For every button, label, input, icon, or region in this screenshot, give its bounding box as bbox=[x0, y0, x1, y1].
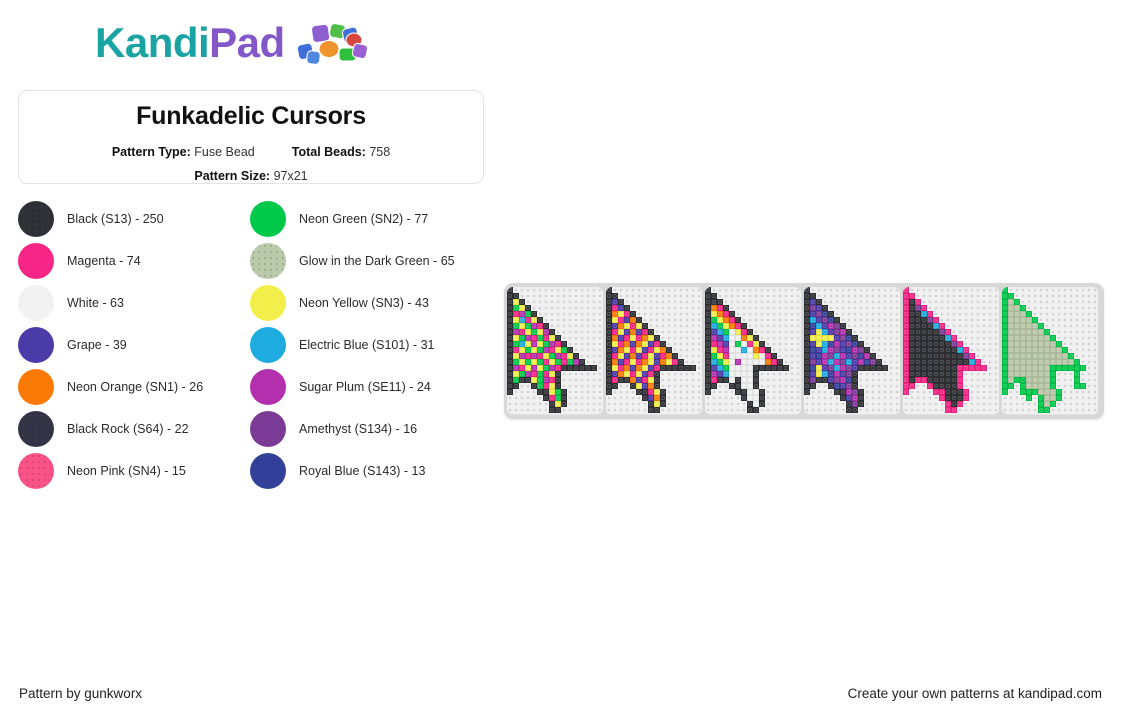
legend-item-label: Neon Orange (SN1) - 26 bbox=[67, 380, 204, 394]
pattern-size-meta: Pattern Size: 97x21 bbox=[194, 165, 307, 189]
legend-item-label: Glow in the Dark Green - 65 bbox=[299, 254, 455, 268]
legend-color-swatch bbox=[18, 369, 54, 405]
legend-color-swatch bbox=[250, 411, 286, 447]
pattern-panel-galaxy-star-cursor[interactable] bbox=[804, 287, 900, 415]
legend-color-swatch bbox=[18, 411, 54, 447]
pattern-size-value: 97x21 bbox=[273, 168, 308, 183]
page-title: Funkadelic Cursors bbox=[136, 102, 366, 130]
logo-text-pad: Pad bbox=[209, 19, 285, 66]
pattern-panel-orange-purple-cursor[interactable] bbox=[606, 287, 702, 415]
color-legend: Black (S13) - 250 Neon Green (SN2) - 77 Ma… bbox=[18, 198, 488, 492]
legend-color-swatch bbox=[18, 201, 54, 237]
logo-wordmark: KandiPad bbox=[95, 22, 285, 64]
legend-item[interactable]: Black Rock (S64) - 22 bbox=[18, 408, 250, 450]
pattern-type-value: Fuse Bead bbox=[194, 144, 255, 159]
site-promo-text: Create your own patterns at kandipad.com bbox=[847, 686, 1102, 701]
legend-item[interactable]: Grape - 39 bbox=[18, 324, 250, 366]
page-header: KandiPad bbox=[0, 0, 1124, 84]
legend-item[interactable]: Amethyst (S134) - 16 bbox=[250, 408, 482, 450]
kandipad-logo[interactable]: KandiPad bbox=[95, 20, 369, 66]
pattern-panel-glow-green-drip-cursor[interactable] bbox=[1002, 287, 1098, 415]
legend-item-label: White - 63 bbox=[67, 296, 124, 310]
pattern-type-label: Pattern Type: bbox=[111, 144, 191, 159]
legend-item-label: Neon Yellow (SN3) - 43 bbox=[299, 296, 429, 310]
legend-color-swatch bbox=[250, 201, 286, 237]
pattern-panel-black-magenta-cursor[interactable] bbox=[903, 287, 999, 415]
legend-item-label: Electric Blue (S101) - 31 bbox=[299, 338, 435, 352]
legend-item-label: Royal Blue (S143) - 13 bbox=[299, 464, 426, 478]
legend-item[interactable]: Neon Pink (SN4) - 15 bbox=[18, 450, 250, 492]
legend-item[interactable]: Electric Blue (S101) - 31 bbox=[250, 324, 482, 366]
pattern-panel-white-rainbow-outline-cursor[interactable] bbox=[705, 287, 801, 415]
legend-item-label: Neon Pink (SN4) - 15 bbox=[67, 464, 186, 478]
legend-color-swatch bbox=[250, 327, 286, 363]
pattern-grid-canvas bbox=[1002, 287, 1098, 413]
pattern-size-label: Pattern Size: bbox=[194, 168, 271, 183]
logo-text-kandi: Kandi bbox=[95, 19, 210, 66]
legend-item[interactable]: Neon Yellow (SN3) - 43 bbox=[250, 282, 482, 324]
pattern-grid-canvas bbox=[606, 287, 702, 413]
legend-item-label: Amethyst (S134) - 16 bbox=[299, 422, 418, 436]
pattern-grid-canvas bbox=[903, 287, 999, 413]
pattern-type-meta: Pattern Type: Fuse Bead bbox=[112, 141, 255, 165]
total-beads-value: 758 bbox=[369, 144, 391, 159]
legend-item-label: Sugar Plum (SE11) - 24 bbox=[299, 380, 431, 394]
legend-item-label: Neon Green (SN2) - 77 bbox=[299, 212, 429, 226]
legend-item[interactable]: Royal Blue (S143) - 13 bbox=[250, 450, 482, 492]
pattern-info-card: Funkadelic Cursors Pattern Type: Fuse Be… bbox=[18, 90, 484, 184]
pattern-panel-rainbow-checker-cursor[interactable] bbox=[507, 287, 603, 415]
legend-item-label: Magenta - 74 bbox=[67, 254, 141, 268]
pattern-author: Pattern by gunkworx bbox=[19, 686, 143, 701]
legend-item-label: Black Rock (S64) - 22 bbox=[67, 422, 189, 436]
legend-item[interactable]: Neon Orange (SN1) - 26 bbox=[18, 366, 250, 408]
total-beads-meta: Total Beads: 758 bbox=[292, 141, 390, 165]
pattern-meta-row-1: Pattern Type: Fuse Bead Total Beads: 758 bbox=[19, 141, 483, 165]
pattern-grid-canvas bbox=[507, 287, 603, 413]
legend-color-swatch bbox=[18, 243, 54, 279]
legend-color-swatch bbox=[250, 369, 286, 405]
legend-color-swatch bbox=[18, 327, 54, 363]
legend-item[interactable]: White - 63 bbox=[18, 282, 250, 324]
legend-color-swatch bbox=[250, 285, 286, 321]
legend-color-swatch bbox=[18, 453, 54, 489]
legend-item-label: Grape - 39 bbox=[67, 338, 127, 352]
pattern-grid-canvas bbox=[804, 287, 900, 413]
legend-color-swatch bbox=[250, 243, 286, 279]
pattern-board[interactable] bbox=[504, 283, 1104, 419]
legend-item-label: Black (S13) - 250 bbox=[67, 212, 164, 226]
legend-item[interactable]: Sugar Plum (SE11) - 24 bbox=[250, 366, 482, 408]
legend-color-swatch bbox=[250, 453, 286, 489]
page-footer: Pattern by gunkworx Create your own patt… bbox=[0, 676, 1124, 720]
pattern-meta-row-2: Pattern Size: 97x21 bbox=[19, 165, 483, 189]
legend-color-swatch bbox=[18, 285, 54, 321]
legend-item[interactable]: Glow in the Dark Green - 65 bbox=[250, 240, 482, 282]
kandi-beads-icon bbox=[296, 22, 368, 65]
legend-item[interactable]: Black (S13) - 250 bbox=[18, 198, 250, 240]
pattern-grid-canvas bbox=[705, 287, 801, 413]
legend-item[interactable]: Neon Green (SN2) - 77 bbox=[250, 198, 482, 240]
legend-item[interactable]: Magenta - 74 bbox=[18, 240, 250, 282]
total-beads-label: Total Beads: bbox=[291, 144, 366, 159]
